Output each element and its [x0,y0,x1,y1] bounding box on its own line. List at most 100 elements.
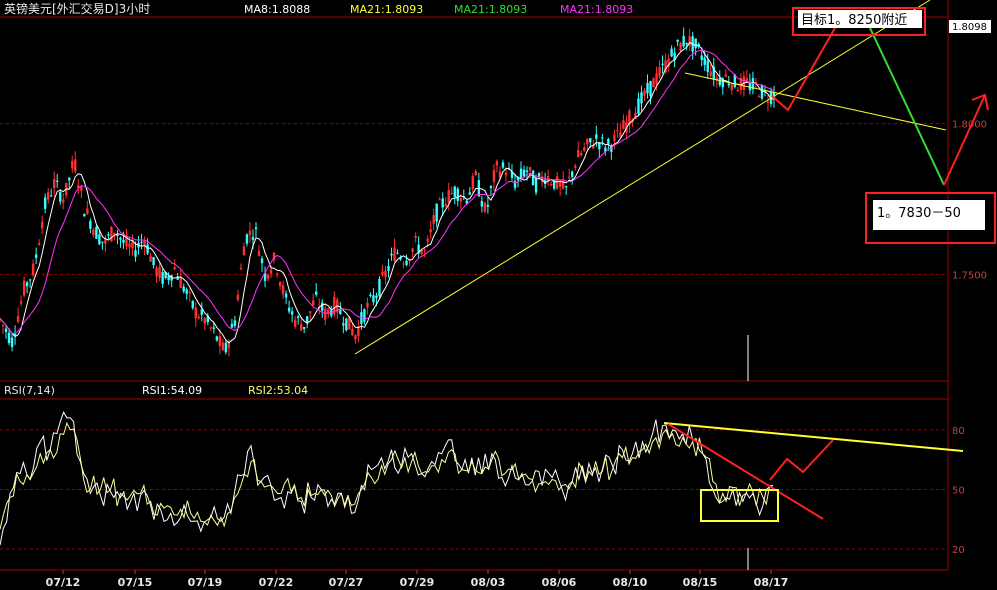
candle-down [43,197,47,209]
time-tick-label: 07/29 [400,576,435,589]
ma8-readout: MA8:1.8088 [244,3,310,16]
candle-up [128,243,131,248]
candle-down [140,241,143,243]
candle-down [607,139,610,144]
candle-up [40,221,44,229]
chart-title: 英镑美元[外汇交易D]3小时 [4,1,150,16]
candle-down [122,239,125,243]
candle-up [393,247,396,261]
candle-up [583,147,586,151]
candle-up [236,294,240,300]
target-high-label: 目标1。8250附近 [801,13,907,28]
candle-up [197,316,200,319]
time-tick-label: 07/22 [259,576,294,589]
candle-down [224,342,228,353]
candle-down [28,279,32,281]
candle-down [59,191,62,202]
candle-down [637,98,640,114]
candle-up [613,134,616,141]
candle-up [384,270,387,278]
candle-down [676,39,679,42]
candle-down [435,203,438,222]
candle-down [89,220,92,229]
candle-up [432,215,435,224]
candle-up [444,204,447,207]
candle-up [492,170,496,182]
candle-up [528,167,532,171]
rsi-tick-label: 80 [952,426,965,437]
candle-down [56,180,59,182]
time-tick-label: 07/19 [188,576,223,589]
candle-down [564,186,568,188]
candle-up [577,150,580,158]
candle-up [62,199,65,203]
candle-up [257,250,261,256]
candle-down [640,92,643,104]
candle-down [571,171,574,177]
candle-down [34,254,38,259]
candle-down [296,316,300,318]
candle-up [16,316,20,323]
candle-up [402,263,405,265]
candle-down [284,293,288,298]
candle-down [453,186,456,198]
candle-up [766,101,770,103]
candle-up [450,192,453,195]
candle-up [248,230,252,235]
candle-down [468,192,472,195]
time-tick-label: 08/15 [683,576,718,589]
candle-down [95,226,98,239]
candle-up [46,192,50,200]
candle-down [101,241,104,243]
candle-down [98,234,101,245]
candle-down [601,137,604,139]
candle-up [22,280,26,296]
candle-up [558,182,562,187]
candle-down [251,237,255,240]
candle-down [537,173,541,177]
candle-up [266,274,270,279]
candle-down [363,309,366,322]
ma21-readout-green: MA21:1.8093 [454,3,527,16]
candle-up [447,190,450,204]
candle-down [161,272,164,284]
candle-down [441,198,444,208]
candle-up [158,267,161,278]
candle-up [652,78,655,88]
candle-down [152,257,155,266]
candle-up [71,160,74,169]
candle-up [658,66,661,77]
time-tick-label: 07/12 [46,576,81,589]
candle-down [185,289,188,294]
candle-up [655,73,658,85]
rsi1-readout: RSI1:54.09 [142,384,202,397]
candle-up [110,226,113,242]
candle-up [92,229,95,235]
candle-down [254,227,258,230]
candle-down [25,282,29,287]
time-tick-label: 07/15 [118,576,153,589]
candle-up [580,152,583,156]
candle-up [709,71,712,76]
price-chart[interactable]: 英镑美元[外汇交易D]3小时 MA8:1.8088 MA21:1.8093 MA… [0,0,997,590]
candle-up [736,89,740,92]
candle-up [179,276,182,288]
candle-down [375,295,378,298]
candle-up [351,329,354,336]
candle-up [299,324,303,331]
candle-down [233,320,237,326]
candle-up [312,300,315,306]
candle-down [489,186,493,188]
candle-down [519,168,523,179]
candle-down [342,323,345,326]
candle-up [745,78,749,81]
candle-up [574,165,577,168]
candle-up [555,176,559,189]
price-tag: 1.8098 [952,22,987,33]
candle-down [700,55,703,61]
candle-down [480,201,484,207]
candle-down [390,253,393,256]
candle-up [679,42,682,51]
candle-down [212,327,216,329]
candle-up [53,179,56,189]
